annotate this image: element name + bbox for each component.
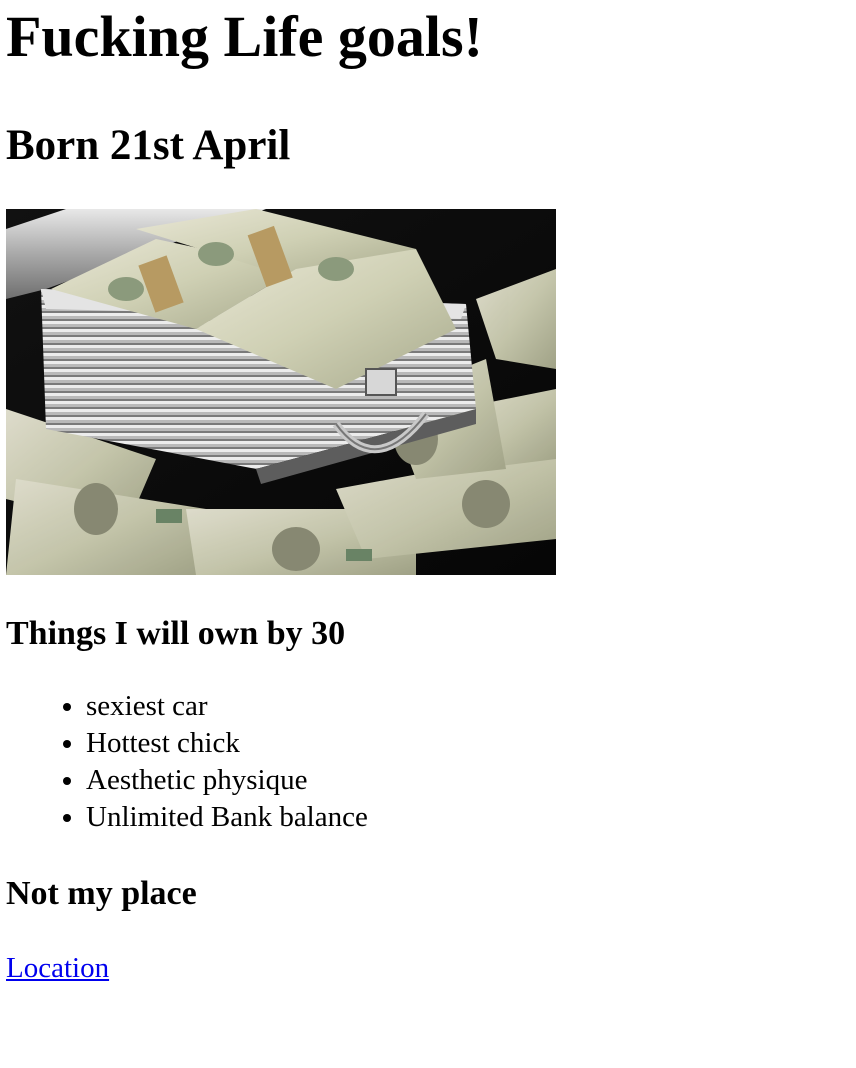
page-title: Fucking Life goals! — [6, 4, 483, 69]
list-item: Hottest chick — [86, 725, 850, 762]
page: Fucking Life goals! Born 21st April Thin… — [0, 8, 856, 983]
own-by-30-heading: Things I will own by 30 — [6, 615, 346, 652]
location-link[interactable]: Location — [6, 954, 109, 983]
list-item: Unlimited Bank balance — [86, 799, 850, 836]
not-my-place-heading: Not my place — [6, 875, 197, 912]
goals-list: sexiest car Hottest chick Aesthetic phys… — [6, 688, 850, 836]
money-briefcase-image — [6, 209, 556, 575]
list-item: sexiest car — [86, 688, 850, 725]
list-item: Aesthetic physique — [86, 762, 850, 799]
birth-date-heading: Born 21st April — [6, 122, 291, 169]
